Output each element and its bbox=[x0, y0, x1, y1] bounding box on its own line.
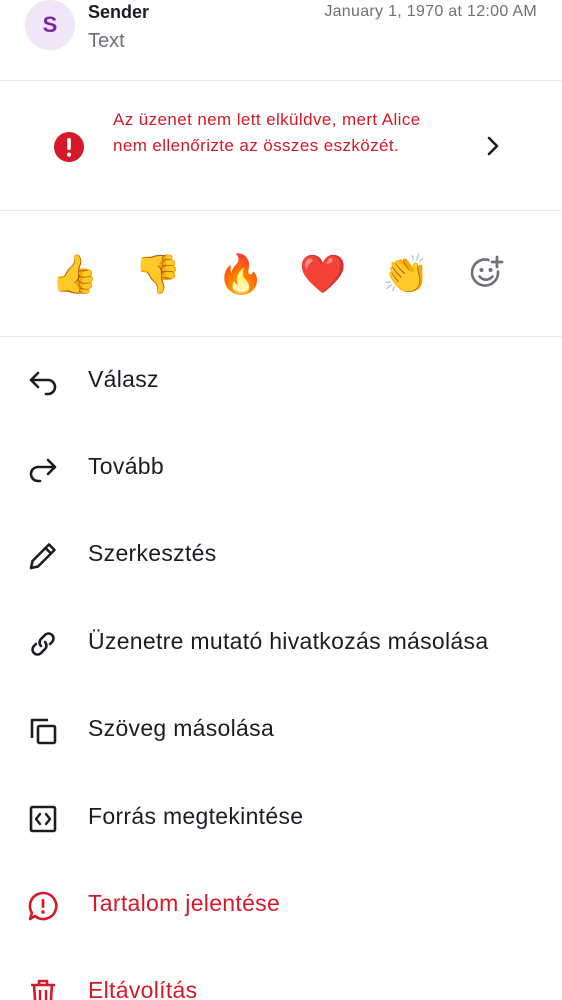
code-icon bbox=[29, 805, 57, 833]
copy-link-label: Üzenetre mutató hivatkozás másolása bbox=[88, 628, 489, 654]
link-icon bbox=[31, 632, 55, 656]
view-source-menu-item[interactable]: Forrás megtekintése bbox=[0, 774, 562, 861]
forward-menu-item[interactable]: Tovább bbox=[0, 424, 562, 511]
reaction-thumbs-up[interactable]: 👍 bbox=[50, 249, 100, 299]
warning-text: Az üzenet nem lett elküldve, mert Alice … bbox=[113, 110, 421, 155]
unsent-warning[interactable]: Az üzenet nem lett elküldve, mert Alice … bbox=[0, 81, 562, 211]
copy-text-label: Szöveg másolása bbox=[88, 715, 275, 741]
trash-icon bbox=[31, 979, 55, 1000]
edit-menu-item[interactable]: Szerkesztés bbox=[0, 511, 562, 598]
reaction-heart[interactable]: ❤️ bbox=[298, 249, 348, 299]
reply-icon bbox=[29, 371, 57, 396]
chevron-right-icon bbox=[487, 136, 499, 156]
reaction-thumbs-down[interactable]: 👎 bbox=[133, 249, 183, 299]
copy-icon bbox=[30, 718, 57, 745]
quick-reactions: 👍 👎 🔥 ❤️ 👏 bbox=[0, 211, 562, 337]
forward-icon bbox=[29, 458, 57, 483]
copy-text-menu-item[interactable]: Szöveg másolása bbox=[0, 686, 562, 773]
forward-label: Tovább bbox=[88, 453, 164, 479]
remove-menu-item[interactable]: Eltávolítás bbox=[0, 948, 562, 1000]
add-reaction-icon[interactable] bbox=[468, 254, 506, 292]
error-icon bbox=[54, 132, 84, 162]
message-action-sheet: S Sender Text January 1, 1970 at 12:00 A… bbox=[0, 0, 562, 1000]
report-menu-item[interactable]: Tartalom jelentése bbox=[0, 861, 562, 948]
reply-label: Válasz bbox=[88, 366, 159, 392]
edit-label: Szerkesztés bbox=[88, 540, 217, 566]
message-header: S Sender Text January 1, 1970 at 12:00 A… bbox=[0, 0, 562, 81]
view-source-label: Forrás megtekintése bbox=[88, 803, 304, 829]
message-preview: Text bbox=[88, 30, 125, 52]
remove-label: Eltávolítás bbox=[88, 977, 198, 1000]
reaction-clap[interactable]: 👏 bbox=[381, 249, 431, 299]
avatar: S bbox=[25, 0, 75, 50]
reply-menu-item[interactable]: Válasz bbox=[0, 337, 562, 424]
report-icon bbox=[28, 891, 58, 921]
copy-link-menu-item[interactable]: Üzenetre mutató hivatkozás másolása bbox=[0, 599, 562, 686]
report-label: Tartalom jelentése bbox=[88, 890, 281, 916]
sender-name: Sender bbox=[88, 2, 150, 22]
pencil-icon bbox=[29, 543, 56, 570]
message-timestamp: January 1, 1970 at 12:00 AM bbox=[324, 3, 537, 20]
reaction-fire[interactable]: 🔥 bbox=[216, 249, 266, 299]
